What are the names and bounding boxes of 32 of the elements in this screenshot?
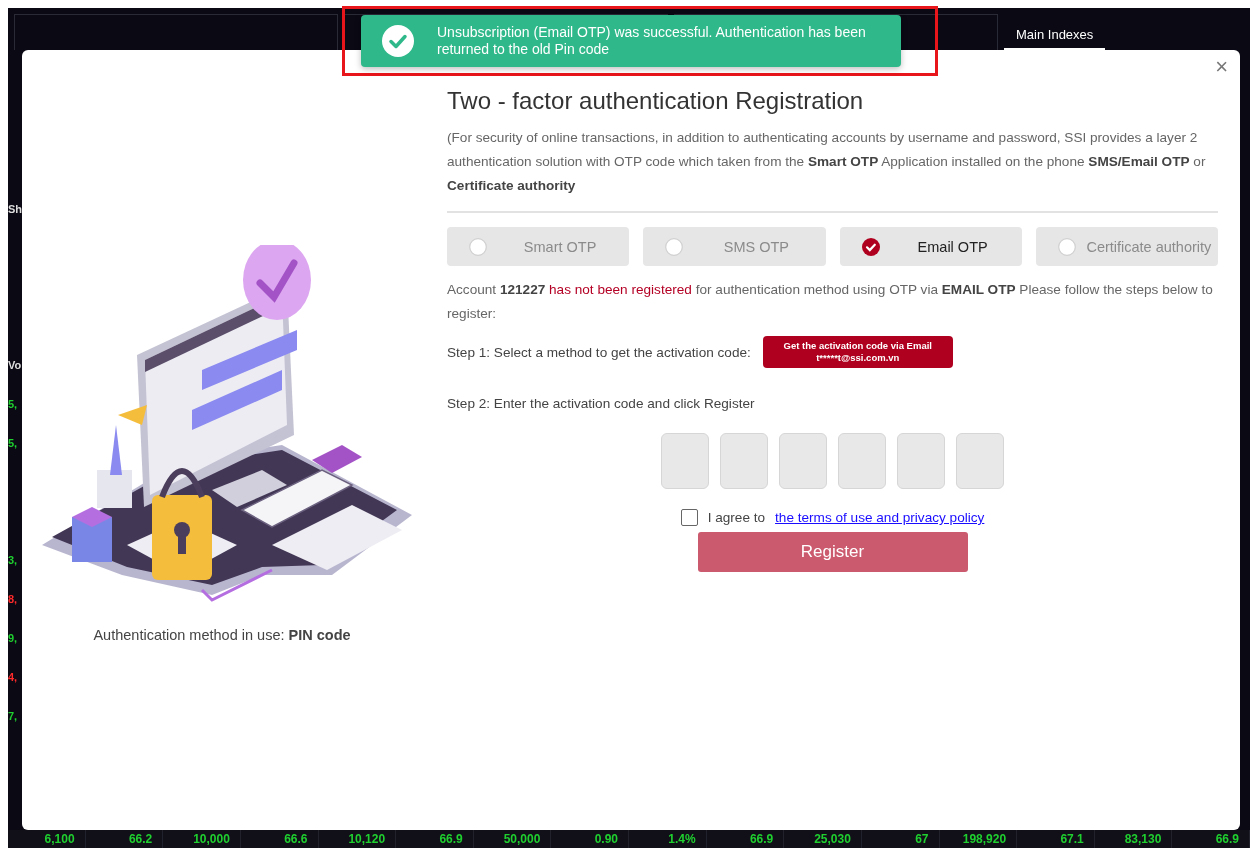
agree-label: I agree to (707, 510, 766, 525)
code-digit-field[interactable] (720, 433, 768, 489)
method-option[interactable]: Email OTP (839, 227, 1022, 266)
method-option[interactable]: Certificate authority (1035, 227, 1218, 266)
table-cell: 8, (8, 593, 18, 606)
toast-message: Unsubscription (Email OTP) was successful. Authentication has been returned to the old Pin code (437, 24, 867, 58)
table-cell: 7, (8, 710, 18, 723)
current-method-text: Authentication method in use: PIN code (93, 627, 351, 643)
step-one-label: Step 1: Select a method to get the activation code: (447, 344, 751, 360)
table-cell: 3, (8, 554, 18, 567)
column-header: Sh (8, 203, 23, 216)
dialog-title: Two - factor authentication Registration (447, 86, 865, 116)
code-digit-field[interactable] (661, 433, 709, 489)
terms-link[interactable]: the terms of use and privacy policy (775, 510, 985, 525)
account-notice: Account 121227 has not been registered for authentication method using OTP via EMAIL OTP Please follow the steps below to register: (447, 281, 1214, 323)
table-cell: 9, (8, 632, 18, 645)
intro-paragraph: (For security of online transactions, in addition to authenticating accounts by username and password, SSI provides a layer 2 authentication solution with OTP code which taken from the Smart OTP Application installed on the phone SMS/Email OTP or Certificate authority (447, 129, 1207, 195)
code-digit-field[interactable] (956, 433, 1004, 489)
method-option[interactable]: SMS OTP (643, 227, 826, 266)
table-cell: 5, (8, 437, 18, 450)
close-button[interactable]: × (1211, 54, 1232, 80)
get-code-button[interactable]: Get the activation code via Email t*****t@ssi.com.vn (762, 336, 953, 368)
agree-checkbox[interactable] (680, 509, 698, 526)
code-digit-field[interactable] (897, 433, 945, 489)
table-cell: 5, (8, 398, 18, 411)
table-cell: 4, (8, 671, 18, 684)
code-digit-field[interactable] (779, 433, 827, 489)
code-digit-field[interactable] (838, 433, 886, 489)
step-two-label: Step 2: Enter the activation code and click Register (447, 396, 755, 411)
column-header: Vo (8, 359, 22, 372)
method-option[interactable]: Smart OTP (447, 227, 630, 266)
check-circle-icon (381, 24, 415, 58)
